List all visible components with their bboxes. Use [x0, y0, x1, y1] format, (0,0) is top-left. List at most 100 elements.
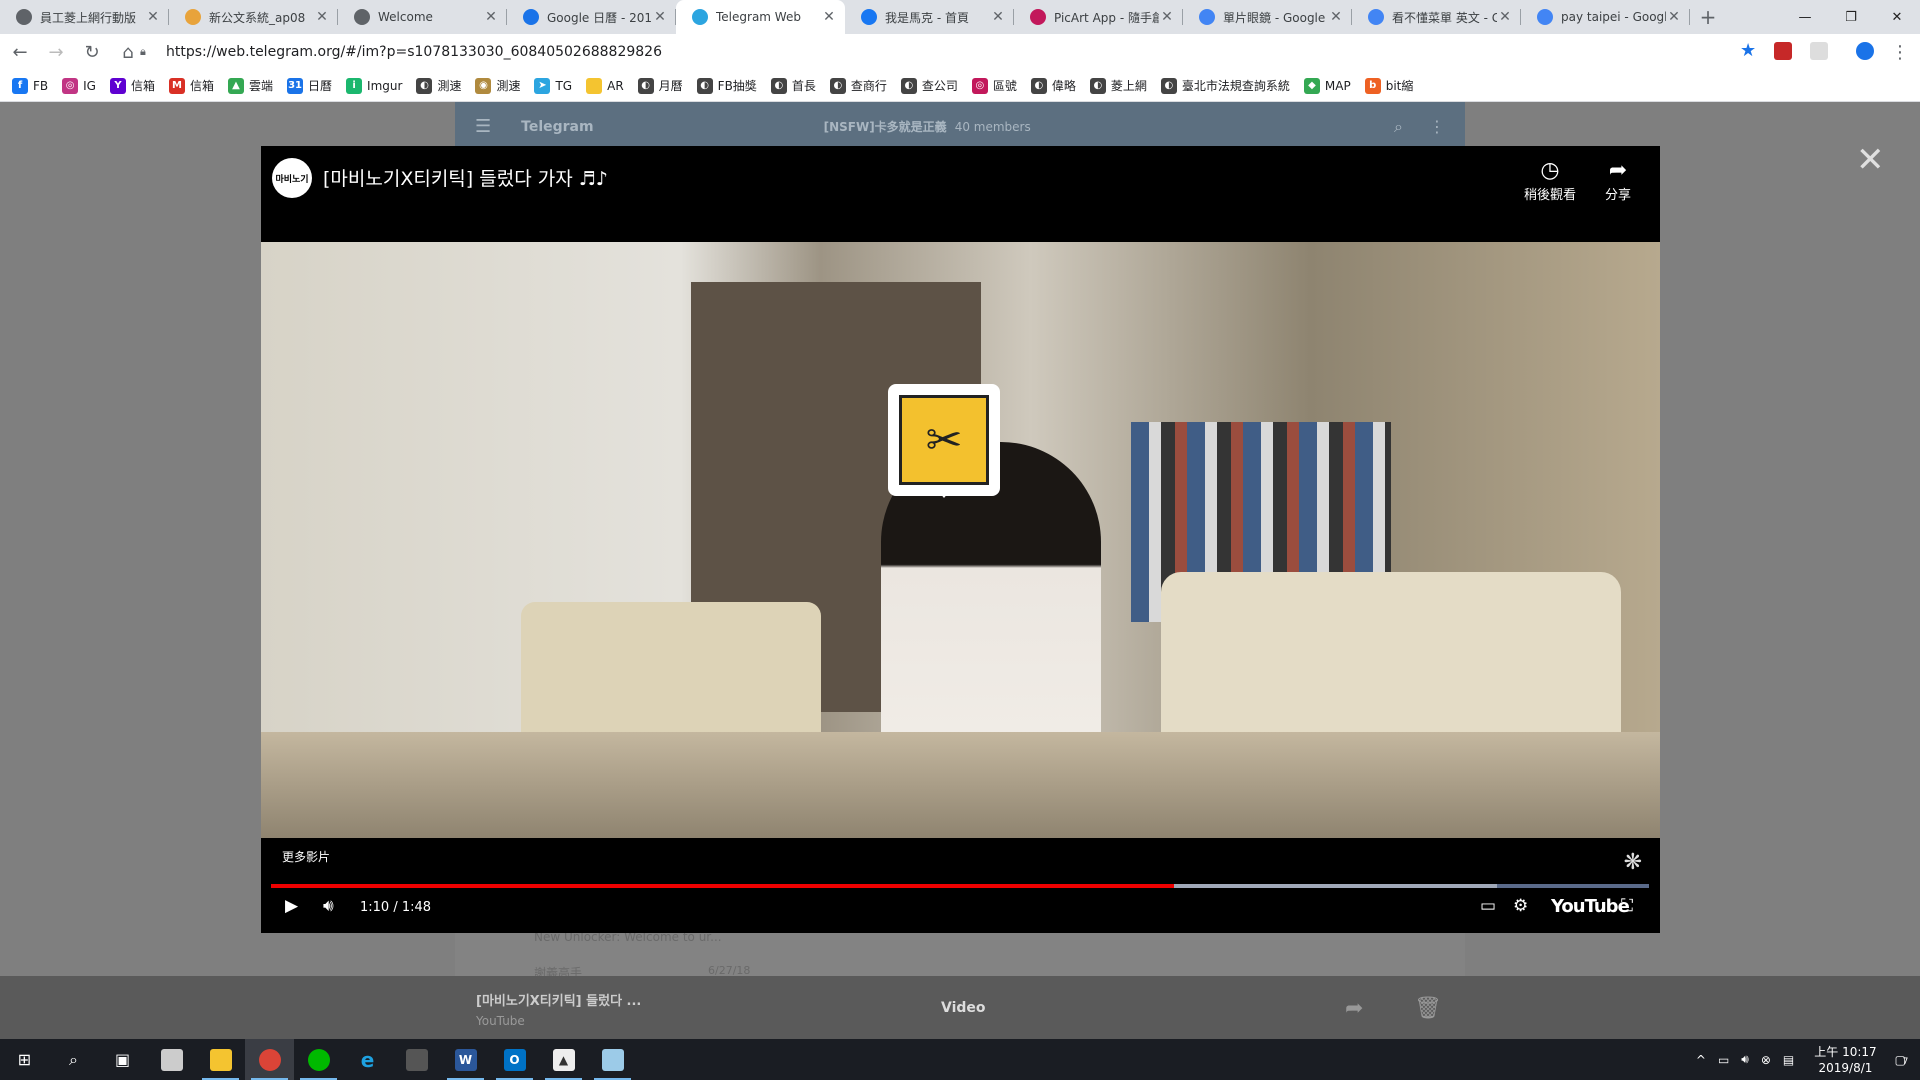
forward-button[interactable]: → [40, 36, 72, 68]
delete-icon[interactable]: 🗑︎ [1414, 996, 1442, 1021]
close-tab-icon[interactable]: ✕ [1497, 9, 1513, 25]
word-icon[interactable]: W [441, 1039, 490, 1080]
bookmark-item[interactable]: 31 日曆 [287, 77, 332, 94]
back-button[interactable]: ← [4, 36, 36, 68]
status-icon[interactable]: ⊗ [1761, 1053, 1771, 1067]
task-view-icon[interactable]: ▣ [98, 1039, 147, 1080]
menu-kebab-icon[interactable]: ⋮ [1884, 36, 1916, 68]
file-explorer-icon[interactable] [196, 1039, 245, 1080]
browser-tab[interactable]: PicArt App - 隨手創 ✕ [1014, 0, 1183, 34]
calendar-icon [523, 9, 539, 25]
extension-icon[interactable] [1810, 42, 1828, 60]
volume-icon[interactable]: 🔊︎ [1741, 1052, 1749, 1067]
browser-tab[interactable]: 員工菱上網行動版 ✕ [0, 0, 169, 34]
bookmark-item[interactable]: ◐ 偉略 [1030, 77, 1076, 94]
forward-icon[interactable]: ➦ [1345, 996, 1363, 1021]
bookmark-item[interactable]: ◎ IG [62, 77, 96, 94]
network-icon[interactable]: ▭ [1718, 1053, 1729, 1067]
close-overlay-icon[interactable]: ✕ [1856, 140, 1885, 180]
bookmark-item[interactable]: ▲ 雲端 [228, 77, 273, 94]
video-title[interactable]: [마비노기X티키틱] 들렀다 가자 ♬♪ [323, 164, 608, 191]
captions-icon[interactable]: ▭ [1480, 896, 1496, 916]
share-button[interactable]: ➦ 分享 [1605, 158, 1631, 203]
more-icon[interactable]: ⋮ [1429, 117, 1445, 136]
ie-icon[interactable]: e [343, 1039, 392, 1080]
close-tab-icon[interactable]: ✕ [1328, 9, 1344, 25]
bookmark-item[interactable]: ◐ 菱上網 [1089, 77, 1147, 94]
bookmark-item[interactable]: ◉ 測速 [475, 77, 520, 94]
watch-later-button[interactable]: ◷ 稍後觀看 [1524, 158, 1576, 203]
address-bar[interactable]: 🔒︎ https://web.telegram.org/#/im?p=s1078… [140, 38, 1760, 66]
bookmark-item[interactable]: AR [586, 77, 624, 94]
channel-watermark-icon[interactable]: ❋ [1624, 850, 1642, 875]
browser-tab[interactable]: pay taipei - Google ✕ [1521, 0, 1690, 34]
more-videos-label[interactable]: 更多影片 [282, 848, 330, 865]
browser-tab[interactable]: 看不懂菜單 英文 - G ✕ [1352, 0, 1521, 34]
search-icon[interactable]: ⌕ [1394, 117, 1403, 137]
fullscreen-icon[interactable]: ⛶ [1621, 896, 1633, 916]
ime-icon[interactable]: ▤ [1783, 1053, 1794, 1067]
bookmark-item[interactable]: ◐ 臺北市法規查詢系統 [1160, 77, 1290, 94]
bookmark-item[interactable]: ◐ 查商行 [829, 77, 887, 94]
hamburger-icon[interactable]: ☰ [475, 116, 491, 137]
bookmark-item[interactable]: b bit縮 [1364, 77, 1413, 94]
close-tab-icon[interactable]: ✕ [145, 9, 161, 25]
browser-tab[interactable]: Telegram Web ✕ [676, 0, 845, 34]
bookmark-item[interactable]: ◐ 查公司 [900, 77, 958, 94]
chevron-up-icon[interactable]: ^ [1696, 1053, 1706, 1067]
bookmark-item[interactable]: i Imgur [346, 77, 402, 94]
start-button[interactable]: ⊞ [0, 1039, 49, 1080]
bookmark-item[interactable]: ◐ 首長 [770, 77, 816, 94]
close-tab-icon[interactable]: ✕ [483, 9, 499, 25]
channel-avatar[interactable]: 마비노기 [272, 158, 312, 198]
browser-tab[interactable]: Google 日曆 - 2019 ✕ [507, 0, 676, 34]
minimize-button[interactable]: — [1782, 0, 1828, 34]
close-tab-icon[interactable]: ✕ [1666, 9, 1682, 25]
close-tab-icon[interactable]: ✕ [314, 9, 330, 25]
close-tab-icon[interactable]: ✕ [1159, 9, 1175, 25]
calculator-icon[interactable] [392, 1039, 441, 1080]
line-icon[interactable] [294, 1039, 343, 1080]
settings-gear-icon[interactable]: ⚙ [1513, 896, 1528, 916]
progress-bar[interactable] [271, 884, 1649, 888]
new-tab-button[interactable]: + [1690, 0, 1726, 34]
search-icon[interactable]: ⌕ [49, 1039, 98, 1080]
restore-button[interactable]: ❐ [1828, 0, 1874, 34]
browser-tab[interactable]: 新公文系統_ap08 ✕ [169, 0, 338, 34]
browser-tab[interactable]: 單片眼鏡 - Google ✕ [1183, 0, 1352, 34]
bookmark-item[interactable]: Y 信箱 [109, 77, 155, 94]
bookmark-favicon-icon: b [1364, 77, 1381, 94]
youtube-logo[interactable]: YouTube [1551, 896, 1630, 917]
browser-tab[interactable]: Welcome ✕ [338, 0, 507, 34]
chrome-icon[interactable] [245, 1039, 294, 1080]
bookmark-item[interactable]: f FB [12, 77, 48, 94]
bookmark-star-icon[interactable]: ★ [1740, 40, 1756, 61]
close-window-button[interactable]: ✕ [1874, 0, 1920, 34]
bookmark-item[interactable]: ◐ 測速 [416, 77, 461, 94]
close-tab-icon[interactable]: ✕ [821, 9, 837, 25]
reload-button[interactable]: ↻ [76, 36, 108, 68]
bookmark-item[interactable]: ◐ FB抽獎 [696, 77, 757, 94]
video-frame[interactable]: ✂ [261, 242, 1660, 838]
close-tab-icon[interactable]: ✕ [990, 9, 1006, 25]
outlook-icon[interactable]: O [490, 1039, 539, 1080]
chat-title[interactable]: [NSFW]卡多就是正義 [824, 118, 947, 135]
bookmark-item[interactable]: M 信箱 [169, 77, 214, 94]
paint-icon[interactable] [588, 1039, 637, 1080]
browser-tab[interactable]: 我是馬克 - 首頁 ✕ [845, 0, 1014, 34]
bookmark-item[interactable]: ➤ TG [534, 77, 572, 94]
youtube-player[interactable]: 마비노기 [마비노기X티키틱] 들렀다 가자 ♬♪ ◷ 稍後觀看 ➦ 分享 ✂ … [261, 146, 1660, 933]
bookmark-item[interactable]: ◎ 區號 [971, 77, 1017, 94]
volume-icon[interactable]: 🔊︎ [323, 896, 334, 916]
bookmark-favicon-icon: i [346, 77, 363, 94]
app-icon[interactable] [147, 1039, 196, 1080]
extension-icon[interactable] [1774, 42, 1792, 60]
bookmark-item[interactable]: ◐ 月曆 [637, 77, 683, 94]
clock[interactable]: 上午 10:17 2019/8/1 [1814, 1044, 1876, 1076]
photos-icon[interactable]: ▲ [539, 1039, 588, 1080]
notification-icon[interactable]: ▢ 7 [1895, 1053, 1909, 1067]
bookmark-item[interactable]: ◆ MAP [1303, 77, 1351, 94]
play-icon[interactable]: ▶ [285, 896, 298, 916]
profile-avatar[interactable] [1856, 42, 1874, 60]
close-tab-icon[interactable]: ✕ [652, 9, 668, 25]
